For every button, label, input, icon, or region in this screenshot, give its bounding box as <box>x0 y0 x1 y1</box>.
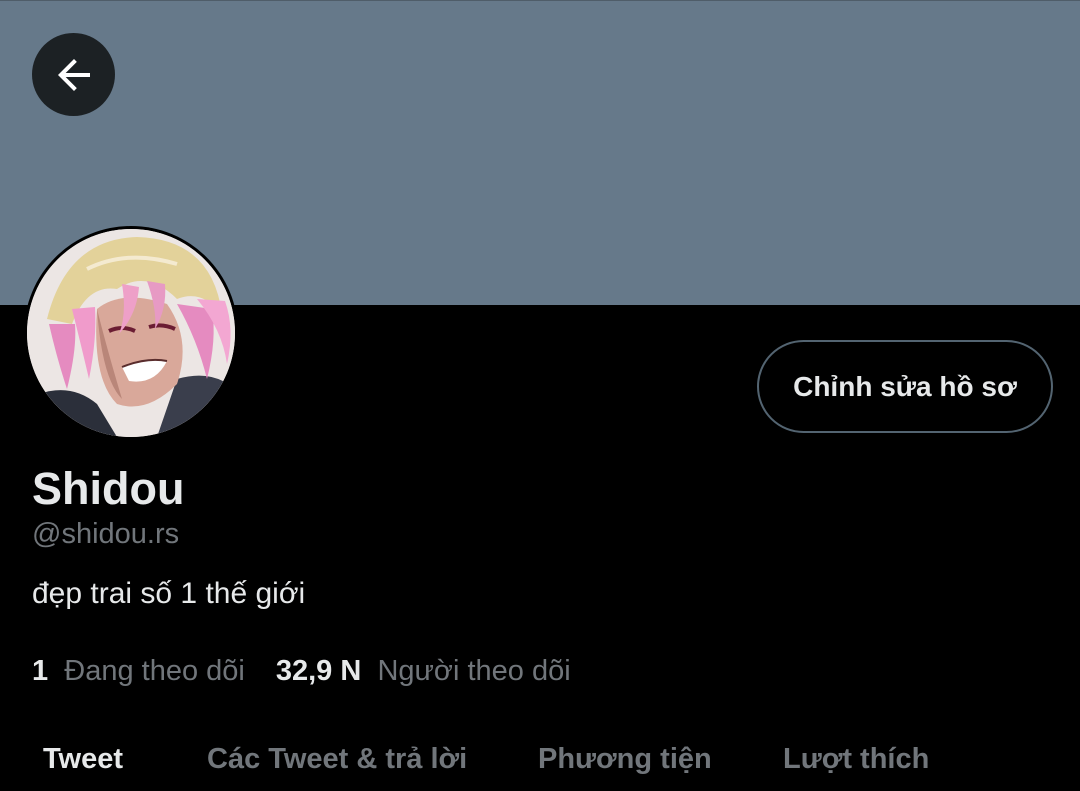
profile-tabs: Tweet Các Tweet & trả lời Phương tiện Lư… <box>0 730 1080 791</box>
following-label: Đang theo dõi <box>64 655 245 687</box>
avatar[interactable] <box>24 226 238 440</box>
followers-label: Người theo dõi <box>377 655 571 687</box>
tab-likes[interactable]: Lượt thích <box>783 740 929 778</box>
tab-media[interactable]: Phương tiện <box>538 740 712 778</box>
followers-count: 32,9 N <box>275 655 362 687</box>
profile-screen: Chỉnh sửa hồ sơ Shidou @shidou.rs đẹp tr… <box>0 0 1080 791</box>
following-count: 1 <box>32 655 49 687</box>
user-handle: @shidou.rs <box>32 518 180 550</box>
following-stat[interactable]: 1 Đang theo dõi <box>32 652 245 690</box>
display-name: Shidou <box>32 463 185 514</box>
edit-profile-button[interactable]: Chỉnh sửa hồ sơ <box>757 340 1053 433</box>
followers-stat[interactable]: 32,9 N Người theo dõi <box>276 652 571 690</box>
arrow-left-icon <box>57 58 90 91</box>
avatar-image <box>27 229 235 437</box>
follow-stats: 1 Đang theo dõi 32,9 N Người theo dõi <box>32 652 571 690</box>
back-button[interactable] <box>32 33 115 116</box>
tab-tweets-and-replies[interactable]: Các Tweet & trả lời <box>207 740 467 778</box>
tab-tweets[interactable]: Tweet <box>43 740 123 778</box>
profile-bio: đẹp trai số 1 thế giới <box>32 577 306 610</box>
